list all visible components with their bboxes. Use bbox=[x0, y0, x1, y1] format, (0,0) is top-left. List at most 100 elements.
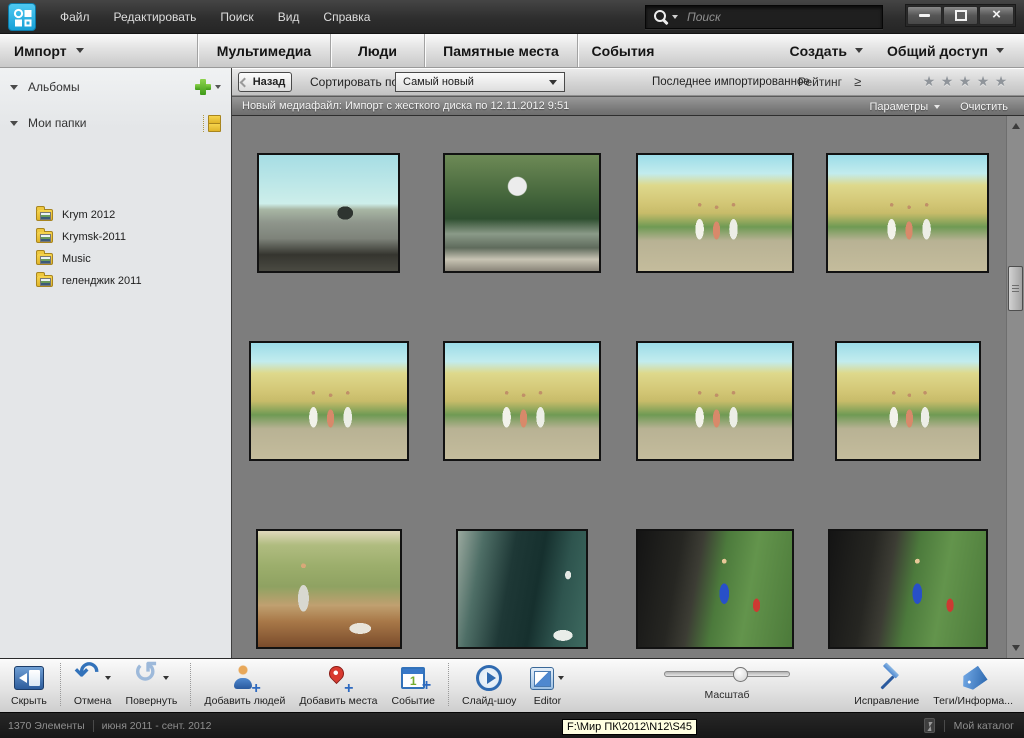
minimize-button[interactable] bbox=[907, 6, 942, 25]
options-menu[interactable]: Параметры bbox=[869, 101, 940, 113]
photo-thumbnail[interactable] bbox=[443, 153, 601, 273]
folder-icon bbox=[36, 231, 53, 243]
date-range: июня 2011 - сент. 2012 bbox=[102, 720, 212, 732]
rating-star-icon[interactable]: ★ bbox=[956, 73, 974, 90]
toolbar-separator bbox=[190, 663, 191, 706]
chevron-down-icon bbox=[934, 105, 940, 109]
add-album-chevron-icon[interactable] bbox=[215, 85, 221, 89]
path-tooltip: F:\Мир ПК\2012\N12\S45 bbox=[562, 719, 697, 735]
photo-thumbnail[interactable] bbox=[256, 529, 402, 649]
scroll-up-button[interactable] bbox=[1007, 118, 1024, 134]
collapse-triangle-icon[interactable] bbox=[10, 85, 18, 90]
tab[interactable]: Памятные места bbox=[424, 34, 577, 67]
toolbar-separator bbox=[448, 663, 449, 706]
toolbar-button[interactable]: Добавить места bbox=[292, 662, 384, 707]
chevron-down-icon[interactable] bbox=[105, 676, 111, 680]
folder-item[interactable]: Music bbox=[0, 248, 231, 270]
infobar-actions: Параметры Очистить bbox=[869, 97, 1008, 116]
toolbar-button-label: Добавить места bbox=[299, 695, 377, 707]
photo-thumbnail[interactable] bbox=[636, 529, 794, 649]
folder-name: Music bbox=[62, 253, 91, 265]
chevron-down-icon bbox=[996, 48, 1004, 53]
menu-item[interactable]: Поиск bbox=[208, 10, 265, 24]
my-folders-header[interactable]: Мои папки bbox=[0, 113, 231, 133]
rating-star-icon[interactable]: ★ bbox=[992, 73, 1010, 90]
scrollbar[interactable] bbox=[1006, 116, 1024, 658]
menu-item[interactable]: Файл bbox=[48, 10, 102, 24]
photo-cell bbox=[618, 341, 811, 461]
photo-thumbnail[interactable] bbox=[249, 341, 409, 461]
chevron-down-icon[interactable] bbox=[558, 676, 564, 680]
tabbar: Импорт МультимедиаЛюдиПамятные местаСобы… bbox=[0, 34, 1024, 68]
zoom-slider-track[interactable] bbox=[664, 671, 790, 677]
photo-thumbnail[interactable] bbox=[456, 529, 588, 649]
zoom-slider-thumb[interactable] bbox=[733, 667, 748, 682]
rating-operator[interactable]: ≥ bbox=[854, 74, 861, 89]
rating-star-icon[interactable]: ★ bbox=[938, 73, 956, 90]
toolbar-button[interactable]: Повернуть bbox=[119, 662, 185, 707]
photo-cell bbox=[618, 529, 811, 649]
photo-thumbnail[interactable] bbox=[826, 153, 989, 273]
photo-cell bbox=[232, 529, 425, 649]
scrollbar-thumb[interactable] bbox=[1008, 266, 1023, 311]
chevron-down-icon bbox=[549, 80, 557, 85]
toolbar-button[interactable]: Скрыть bbox=[4, 662, 54, 707]
tab[interactable]: Мультимедиа bbox=[197, 34, 330, 67]
import-infobar: Новый медиафайл: Импорт с жесткого диска… bbox=[232, 96, 1024, 115]
my-folders-header-label: Мои папки bbox=[28, 116, 86, 130]
add-places-icon bbox=[325, 664, 351, 692]
folder-item[interactable]: Krymsk-2011 bbox=[0, 226, 231, 248]
tab[interactable]: Люди bbox=[330, 34, 424, 67]
sync-badge-icon bbox=[924, 718, 935, 733]
tab[interactable]: События bbox=[577, 34, 668, 67]
toolbar-button[interactable]: Отмена bbox=[67, 662, 119, 707]
sort-order-select[interactable]: Самый новый bbox=[395, 72, 565, 92]
photo-thumbnail[interactable] bbox=[636, 341, 794, 461]
albums-header[interactable]: Альбомы bbox=[0, 77, 231, 97]
toolbar-button[interactable]: Editor bbox=[523, 662, 571, 707]
import-label: Импорт bbox=[14, 43, 67, 59]
import-menu[interactable]: Импорт bbox=[14, 34, 84, 67]
toolbar-button[interactable]: Добавить людей bbox=[197, 662, 292, 707]
scroll-down-button[interactable] bbox=[1007, 640, 1024, 656]
photo-thumbnail[interactable] bbox=[828, 529, 988, 649]
search-box[interactable]: Поиск bbox=[645, 5, 883, 29]
menu-item[interactable]: Вид bbox=[266, 10, 312, 24]
folder-item[interactable]: Krym 2012 bbox=[0, 204, 231, 226]
restore-button[interactable] bbox=[943, 6, 978, 25]
menu-item[interactable]: Редактировать bbox=[102, 10, 209, 24]
rating-star-icon[interactable]: ★ bbox=[920, 73, 938, 90]
toolbar-button[interactable]: Слайд-шоу bbox=[455, 662, 523, 707]
minimize-icon bbox=[919, 14, 930, 17]
rating-star-icon[interactable]: ★ bbox=[974, 73, 992, 90]
tab-menu[interactable]: Создать bbox=[777, 34, 875, 67]
clear-button[interactable]: Очистить bbox=[960, 101, 1008, 113]
tab-menu[interactable]: Общий доступ bbox=[875, 34, 1016, 67]
toolbar-button[interactable]: Исправление bbox=[847, 662, 926, 707]
close-button[interactable]: × bbox=[979, 6, 1014, 25]
search-icon bbox=[653, 9, 669, 25]
tag-icon bbox=[958, 665, 987, 693]
photo-thumbnail[interactable] bbox=[636, 153, 794, 273]
photo-thumbnail[interactable] bbox=[257, 153, 400, 273]
folder-item[interactable]: геленджик 2011 bbox=[0, 270, 231, 292]
search-scope-chevron-icon[interactable] bbox=[672, 15, 678, 19]
toolbar-button[interactable]: Событие bbox=[385, 662, 443, 707]
folder-hierarchy-icon[interactable] bbox=[203, 115, 221, 132]
divider bbox=[93, 720, 94, 732]
back-button[interactable]: Назад bbox=[238, 72, 292, 92]
statusbar-left: 1370 Элементы июня 2011 - сент. 2012 bbox=[8, 720, 211, 732]
toolbar-button-label: Теги/Информа... bbox=[933, 695, 1013, 707]
toolbar-button[interactable]: Теги/Информа... bbox=[926, 662, 1020, 707]
photo-thumbnail[interactable] bbox=[443, 341, 601, 461]
chevron-down-icon[interactable] bbox=[163, 676, 169, 680]
rating-filter: Рейтинг ≥ bbox=[798, 68, 861, 95]
menu-item[interactable]: Справка bbox=[311, 10, 382, 24]
add-album-button[interactable] bbox=[195, 79, 211, 95]
import-message: Новый медиафайл: Импорт с жесткого диска… bbox=[242, 100, 569, 112]
close-icon: × bbox=[992, 7, 1001, 22]
rotate-icon bbox=[133, 664, 159, 692]
photo-thumbnail[interactable] bbox=[835, 341, 981, 461]
collapse-triangle-icon[interactable] bbox=[10, 121, 18, 126]
photo-cell bbox=[425, 341, 618, 461]
